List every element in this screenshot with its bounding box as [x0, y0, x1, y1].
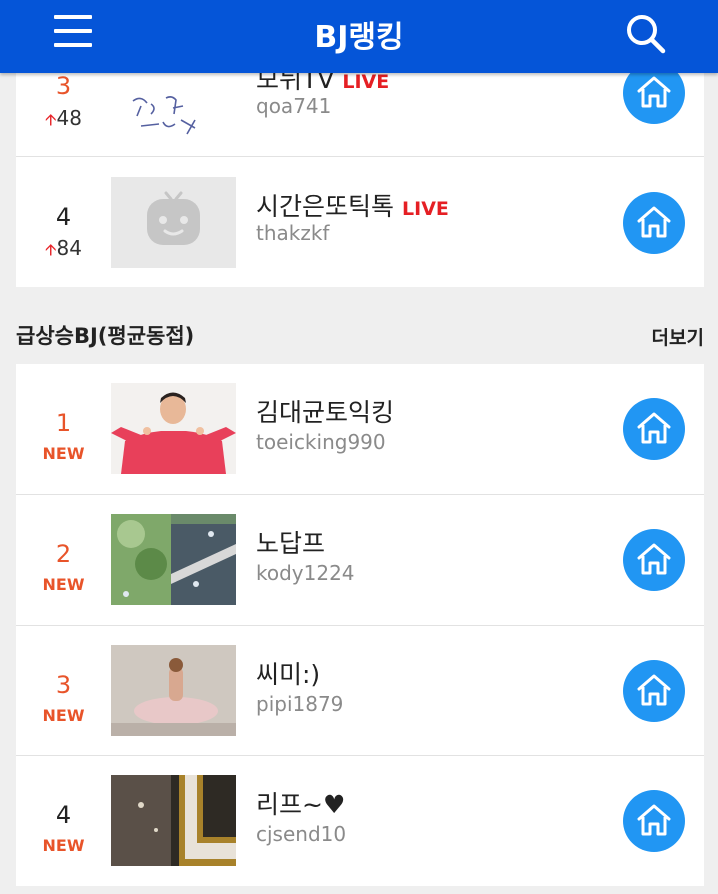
- rank-number: 3: [55, 671, 72, 699]
- bj-thumbnail[interactable]: [111, 775, 236, 866]
- list-item[interactable]: 3 NEW 씨미:) pipi1879: [16, 626, 704, 756]
- bj-id: thakzkf: [256, 221, 330, 245]
- live-badge: LIVE: [342, 71, 390, 93]
- new-badge: NEW: [42, 575, 85, 594]
- live-badge: LIVE: [402, 198, 449, 220]
- home-icon: [637, 206, 671, 238]
- bj-name[interactable]: 씨미:): [256, 655, 320, 691]
- rank-change-value: 48: [56, 106, 82, 130]
- home-button[interactable]: [623, 790, 685, 852]
- bj-thumbnail[interactable]: [111, 383, 236, 474]
- home-button[interactable]: [623, 398, 685, 460]
- home-button[interactable]: [623, 192, 685, 254]
- home-button[interactable]: [623, 660, 685, 722]
- rank-change: 🡩84: [16, 236, 111, 266]
- new-badge: NEW: [42, 836, 85, 855]
- section-title: 급상승BJ(평균동접): [16, 324, 195, 348]
- home-icon: [637, 543, 671, 575]
- arrow-up-icon: 🡩: [45, 110, 57, 129]
- bj-thumbnail[interactable]: [111, 177, 236, 268]
- app-header: BJ랭킹: [0, 0, 718, 73]
- new-badge: NEW: [42, 444, 85, 463]
- rank-number: 4: [55, 801, 72, 829]
- bj-name-text: 시간은또틱톡: [256, 192, 395, 221]
- bj-id: cjsend10: [256, 822, 347, 846]
- bj-id: kody1224: [256, 561, 355, 585]
- list-item[interactable]: 4 NEW 리프~♥ cjsend10: [16, 756, 704, 886]
- default-tv-icon: [147, 191, 200, 245]
- home-button[interactable]: [623, 529, 685, 591]
- page-title: BJ랭킹: [314, 20, 404, 55]
- bj-name[interactable]: 김대균토익킹: [256, 393, 394, 429]
- list-item[interactable]: 2 NEW 노답프 kody1224: [16, 495, 704, 625]
- arrow-up-icon: 🡩: [45, 240, 57, 259]
- rank-number: 4: [55, 203, 72, 231]
- bj-thumbnail[interactable]: [111, 645, 236, 736]
- bj-id: toeicking990: [256, 430, 386, 454]
- rank-number: 2: [55, 540, 72, 568]
- new-badge: NEW: [42, 706, 85, 725]
- bj-name[interactable]: 리프~♥: [256, 785, 345, 821]
- bj-id: qoa741: [256, 94, 332, 118]
- home-icon: [637, 76, 671, 108]
- bj-id: pipi1879: [256, 692, 344, 716]
- bj-thumbnail[interactable]: [111, 514, 236, 605]
- search-icon[interactable]: [624, 12, 668, 56]
- rank-change: 🡩48: [16, 106, 111, 136]
- rank-change-value: 84: [56, 236, 82, 260]
- list-item[interactable]: 1 NEW 김대균토익킹 toeicking990: [16, 364, 704, 494]
- rank-number: 1: [55, 409, 72, 437]
- bj-name[interactable]: 노답프: [256, 524, 325, 560]
- home-icon: [637, 674, 671, 706]
- home-icon: [637, 804, 671, 836]
- bj-name[interactable]: 시간은또틱톡 LIVE: [256, 187, 449, 223]
- more-link[interactable]: 더보기: [652, 323, 704, 350]
- list-item[interactable]: 4 🡩84 시간은또틱톡 LIVE thakzkf: [16, 157, 704, 287]
- home-icon: [637, 412, 671, 444]
- rank-number: 3: [55, 72, 72, 100]
